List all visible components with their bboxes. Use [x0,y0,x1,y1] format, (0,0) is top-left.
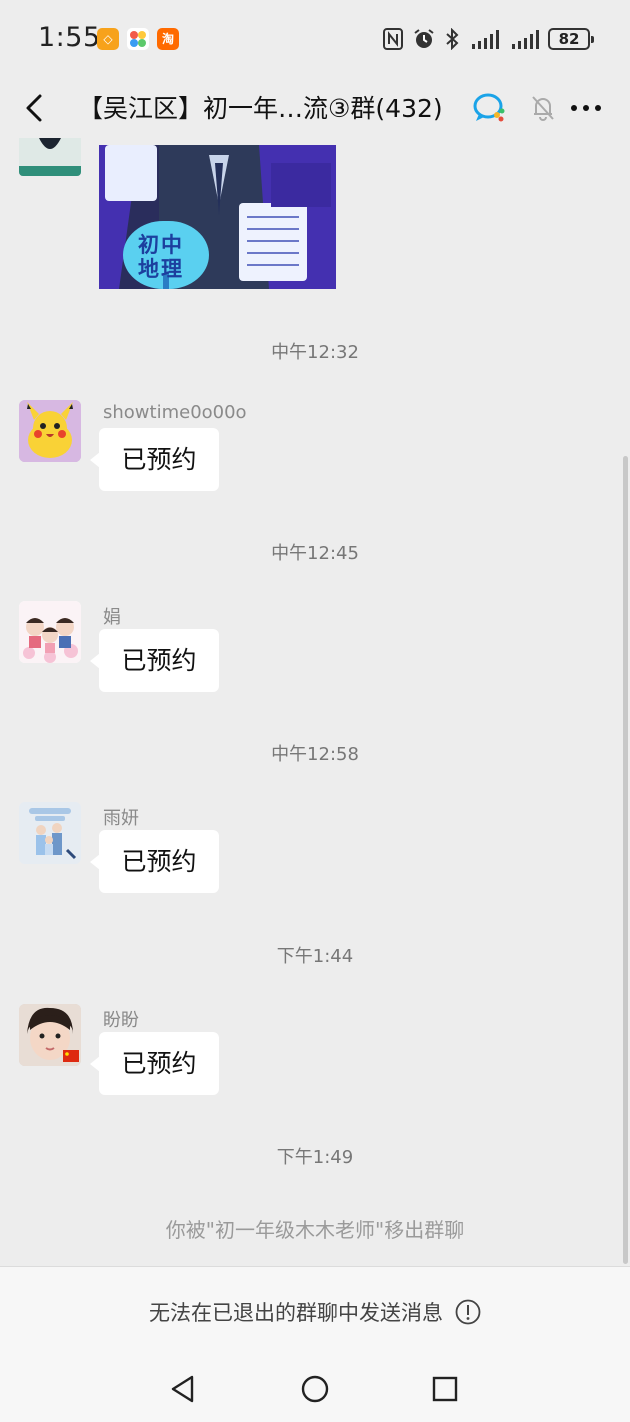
shared-image[interactable]: 初中 地理 [99,145,336,289]
signal-icon [472,30,499,49]
bottom-notice-bar: 无法在已退出的群聊中发送消息 [0,1266,630,1354]
nfc-icon [383,28,403,50]
signal-icon-2 [512,30,539,49]
message-bubble[interactable]: 已预约 [90,629,219,692]
message-bubble[interactable]: 已预约 [90,1032,219,1095]
timestamp: 中午12:58 [271,744,359,765]
sender-name: 盼盼 [103,1010,139,1031]
chat-message-list[interactable]: 初中 地理 中午12:32 showtime0o00o 已预约 中午12:45 … [0,138,630,1266]
message-bubble[interactable]: 已预约 [90,830,219,893]
nav-recents-icon[interactable] [430,1374,460,1404]
more-options-icon[interactable] [568,94,604,122]
info-icon[interactable] [455,1299,481,1325]
hexagon-app-icon: ◇ [97,28,119,50]
avatar[interactable] [19,400,81,462]
mute-bell-icon [532,96,554,121]
status-right-icons: 82 [383,26,594,52]
pinwheel-app-icon [127,28,149,50]
timestamp: 下午1:49 [276,1147,354,1168]
timestamp: 中午12:45 [271,543,359,564]
avatar[interactable] [19,601,81,663]
timestamp: 下午1:44 [276,946,354,967]
avatar[interactable] [19,1004,81,1066]
battery-icon: 82 [548,28,594,50]
alarm-icon [414,29,434,48]
message-bubble[interactable]: 已预约 [90,428,219,491]
avatar[interactable] [19,138,81,176]
chat-header: 【吴江区】初一年…流③群(432) [0,78,630,138]
system-message: 你被"初一年级木木老师"移出群聊 [165,1218,465,1242]
system-nav-bar [0,1354,630,1422]
status-time: 1:55 [38,22,101,53]
shared-image-caption: 初中 地理 [138,233,184,281]
back-button[interactable] [18,88,54,128]
sender-name: showtime0o00o [103,402,247,423]
enterprise-chat-icon [473,93,505,122]
scrollbar[interactable] [623,456,628,1264]
sender-name: 娟 [103,607,121,628]
status-bar: 1:55 ◇ 淘 82 [0,0,630,78]
timestamp: 中午12:32 [271,342,359,363]
nav-back-icon[interactable] [168,1374,198,1404]
chat-title[interactable]: 【吴江区】初一年…流③群(432) [78,89,443,125]
nav-home-icon[interactable] [300,1374,330,1404]
avatar[interactable] [19,802,81,864]
sender-name: 雨妍 [103,808,139,829]
taobao-icon: 淘 [157,28,179,50]
bluetooth-icon [446,28,459,50]
cannot-send-notice: 无法在已退出的群聊中发送消息 [149,1301,443,1325]
